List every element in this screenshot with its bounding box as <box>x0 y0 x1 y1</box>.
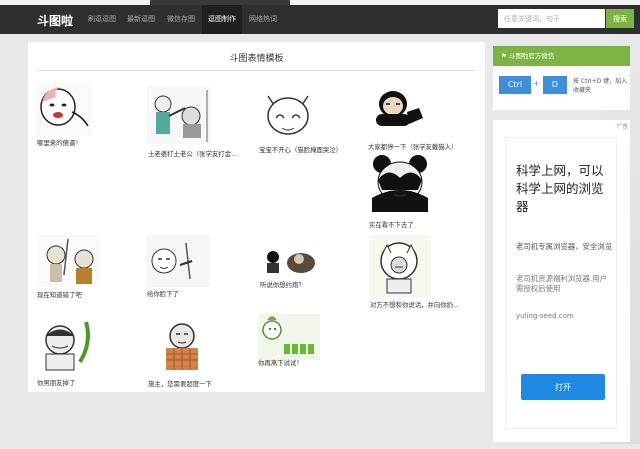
meme-caption: 你男朋友掉了 <box>37 379 76 387</box>
meme-thumbnail <box>38 318 98 374</box>
wechat-box: ⚑ 斗图啦官方微信 Ctrl + D 按 Ctrl+D 键，加入收藏夹 <box>493 46 630 110</box>
meme-thumbnail <box>371 86 429 138</box>
wechat-box-title: ⚑ 斗图啦官方微信 <box>493 46 630 66</box>
meme-thumbnail <box>36 82 92 136</box>
meme-caption: 现在知道错了吧 <box>37 291 82 299</box>
meme-thumbnail <box>258 314 320 360</box>
ad-subtitle: 老司机专属浏览器，安全浏览 <box>516 242 613 251</box>
nav-item-latest[interactable]: 最新逗图 <box>121 5 161 34</box>
search-input[interactable] <box>498 9 605 28</box>
meme-thumbnail <box>146 235 210 287</box>
bookmark-hint: 按 Ctrl+D 键，加入收藏夹 <box>573 78 628 94</box>
divider <box>38 70 475 71</box>
meme-caption: 你再离下试试！ <box>258 359 303 367</box>
meme-thumbnail <box>156 318 210 374</box>
meme-caption: 宝宝不开心（猫脸掩面哭泣） <box>259 146 343 154</box>
meme-caption: 实在看不下去了 <box>369 221 414 229</box>
ctrl-key: Ctrl <box>499 76 531 94</box>
meme-caption: 大家都停一下（张学友戴猫人） <box>368 143 458 151</box>
d-key: D <box>543 76 567 94</box>
ad-open-button[interactable]: 打开 <box>521 374 605 400</box>
page-title: 斗图表情模板 <box>229 54 284 64</box>
top-navbar: 斗图啦 刷逗逗图 最新逗图 微信存图 逗图制作 网络热词 搜索 <box>0 5 640 34</box>
meme-caption: 哪里来的傻逼！ <box>37 139 82 147</box>
template-panel: 斗图表情模板 哪里来的傻逼！ 土老婆打土老公（张学友打金... 宝宝不开心（猫脸… <box>28 42 485 392</box>
plus-sign: + <box>533 79 540 88</box>
nav-item-make[interactable]: 逗图制作 <box>202 5 242 34</box>
ad-url: yuling-seed.com <box>516 312 574 320</box>
nav-item-hot[interactable]: 刷逗逗图 <box>82 5 122 34</box>
ad-badge[interactable]: 广告 <box>617 122 628 130</box>
meme-caption: 给你脸下了 <box>147 290 179 298</box>
meme-caption: 对方不想和你说话，并向你扔... <box>370 301 460 309</box>
nav-item-wechat[interactable]: 微信存图 <box>161 5 201 34</box>
meme-thumbnail <box>38 235 100 287</box>
meme-caption: 土老婆打土老公（张学友打金... <box>148 150 238 158</box>
meme-thumbnail <box>369 235 431 297</box>
meme-thumbnail <box>261 247 319 277</box>
meme-thumbnail <box>147 86 211 144</box>
meme-caption: 施主，您需要超度一下 <box>148 380 212 388</box>
ad-description: 老司机资源福利浏览器.用户需授权后使用 <box>516 274 608 293</box>
meme-caption: 听说你想约炮？ <box>260 281 305 289</box>
flag-icon: ⚑ <box>501 52 509 60</box>
ad-headline: 科学上网，可以科学上网的浏览器 <box>516 163 604 214</box>
site-logo[interactable]: 斗图啦 <box>37 12 73 29</box>
nav-item-words[interactable]: 网络热词 <box>243 5 283 34</box>
ad-card[interactable]: 科学上网，可以科学上网的浏览器 老司机专属浏览器，安全浏览 老司机资源福利浏览器… <box>505 137 617 429</box>
search-button[interactable]: 搜索 <box>606 9 634 28</box>
meme-thumbnail <box>368 154 432 214</box>
ad-panel: 广告 科学上网，可以科学上网的浏览器 老司机专属浏览器，安全浏览 老司机资源福利… <box>493 120 630 442</box>
meme-thumbnail <box>260 86 316 142</box>
